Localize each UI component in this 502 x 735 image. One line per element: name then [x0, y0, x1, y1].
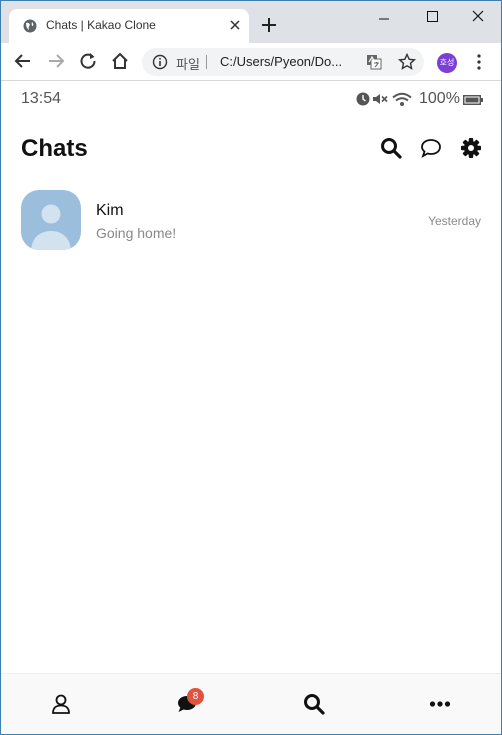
browser-window: Chats | Kakao Clone 파일 C:/Users/Pyeon/Do… — [0, 0, 502, 735]
tab-title: Chats | Kakao Clone — [46, 18, 156, 32]
battery-icon — [463, 95, 483, 105]
page-title: Chats — [21, 135, 88, 162]
info-icon[interactable] — [152, 54, 168, 70]
new-chat-bubble-icon[interactable] — [420, 137, 442, 159]
globe-icon — [23, 19, 37, 33]
friends-tab-person-icon[interactable] — [49, 692, 73, 716]
reload-icon[interactable] — [78, 51, 98, 71]
mute-icon — [373, 94, 388, 104]
avatar — [21, 190, 81, 250]
url-scheme-label: 파일 — [176, 57, 200, 72]
new-tab-icon[interactable] — [259, 15, 279, 35]
settings-gear-icon[interactable] — [460, 137, 482, 159]
close-tab-icon[interactable] — [227, 17, 243, 33]
browser-titlebar: Chats | Kakao Clone — [1, 1, 501, 43]
chat-list-item[interactable]: Kim Going home! Yesterday — [1, 187, 501, 255]
unread-count-badge: 8 — [187, 688, 204, 705]
translate-icon[interactable] — [366, 54, 382, 70]
bottom-tab-bar: 8 — [1, 673, 501, 734]
browser-toolbar: 파일 C:/Users/Pyeon/Do... 호성 — [1, 43, 501, 81]
browser-tab[interactable]: Chats | Kakao Clone — [9, 9, 249, 43]
window-close-icon[interactable] — [463, 5, 493, 27]
search-icon[interactable] — [380, 137, 402, 159]
status-icons — [356, 92, 412, 106]
alarm-clock-icon — [356, 92, 370, 106]
status-bar: 13:54 100% — [1, 81, 501, 117]
minimize-icon[interactable] — [369, 5, 399, 27]
forward-arrow-icon[interactable] — [46, 51, 66, 71]
battery-percentage: 100% — [419, 90, 460, 107]
more-tab-dots-icon[interactable] — [428, 692, 452, 716]
chat-timestamp: Yesterday — [428, 214, 481, 228]
bookmark-star-icon[interactable] — [398, 53, 416, 71]
url-text[interactable]: C:/Users/Pyeon/Do... — [220, 54, 356, 69]
search-tab-icon[interactable] — [302, 692, 326, 716]
browser-menu-icon[interactable] — [475, 53, 483, 71]
address-bar[interactable]: 파일 C:/Users/Pyeon/Do... — [142, 48, 424, 76]
back-arrow-icon[interactable] — [13, 51, 33, 71]
chat-name: Kim — [96, 202, 124, 219]
maximize-icon[interactable] — [417, 5, 447, 27]
profile-avatar[interactable]: 호성 — [437, 53, 457, 73]
app-header: Chats — [1, 117, 501, 181]
wifi-icon — [392, 92, 412, 106]
status-time: 13:54 — [21, 90, 62, 107]
url-separator — [206, 55, 207, 69]
chat-last-message: Going home! — [96, 225, 177, 241]
home-icon[interactable] — [110, 51, 130, 71]
default-user-icon — [31, 204, 71, 250]
